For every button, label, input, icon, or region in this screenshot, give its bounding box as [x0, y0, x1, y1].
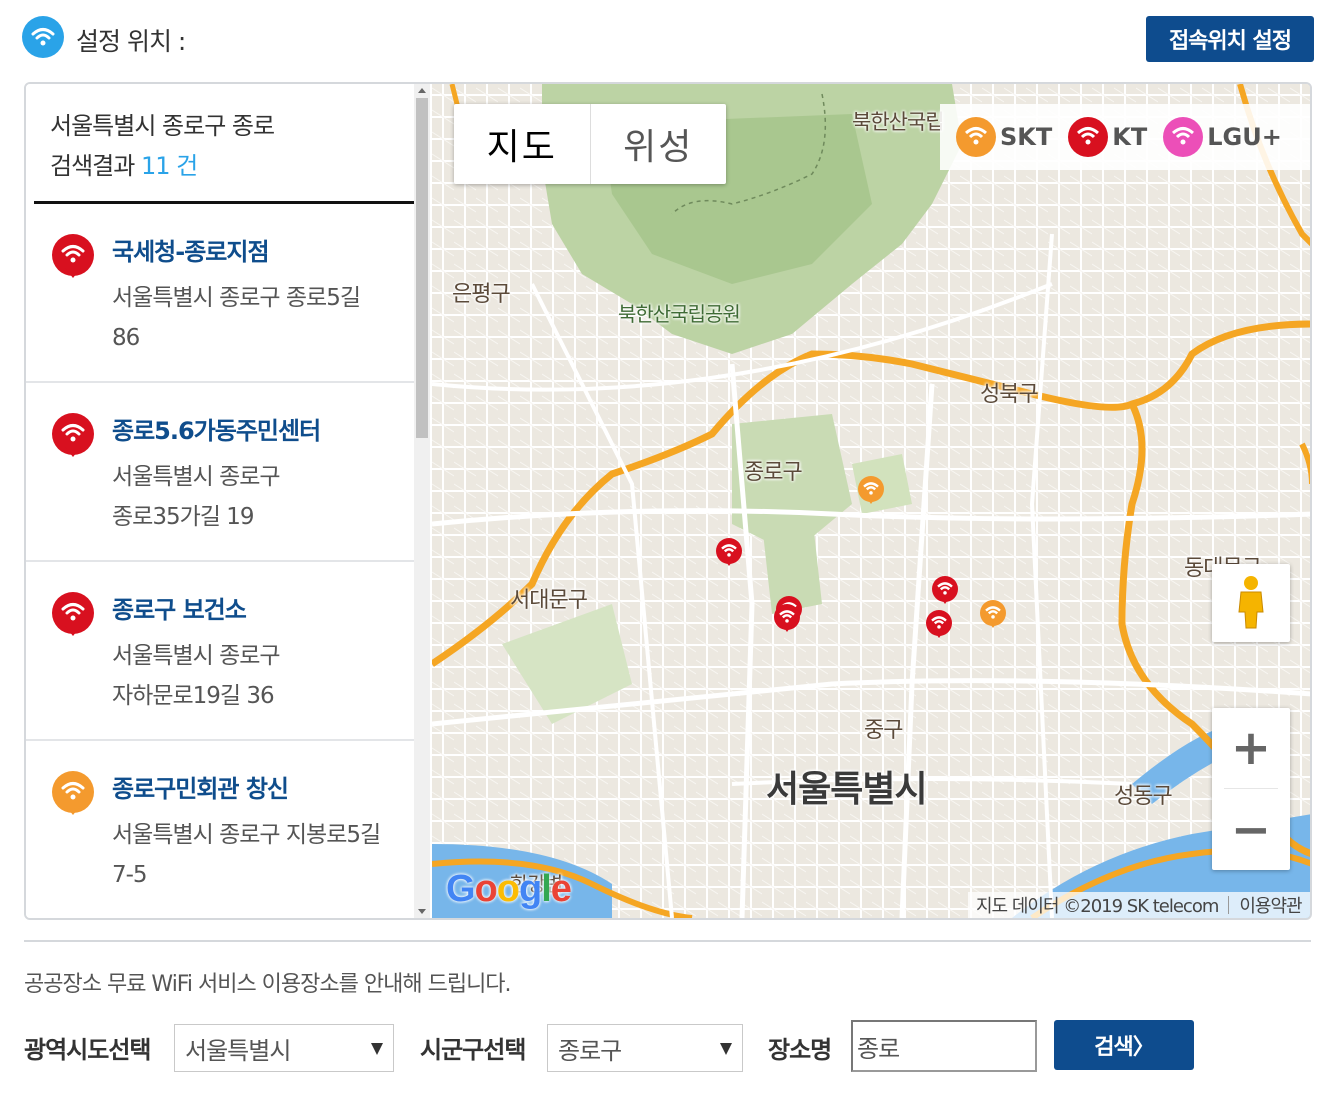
wifi-location-icon — [22, 16, 64, 58]
legend-kt: KT — [1068, 117, 1147, 157]
zoom-divider — [1224, 788, 1278, 789]
district-label: 시군구선택 — [420, 1036, 526, 1064]
skt-wifi-pin[interactable] — [980, 600, 1006, 628]
lgu-wifi-icon — [1163, 117, 1204, 157]
place-name-link[interactable]: 종로5.6가동주민센터 — [112, 411, 321, 446]
map-label-city: 서울특별시 — [766, 769, 928, 810]
map-type-control: 지도 위성 — [454, 104, 726, 184]
kt-wifi-pin[interactable] — [774, 604, 800, 632]
place-name-input[interactable] — [851, 1020, 1037, 1072]
map-label: 서대문구 — [510, 588, 588, 613]
place-name-link[interactable]: 국세청-종로지점 — [112, 232, 270, 267]
place-address: 서울특별시 종로구 종로35가길 19 — [112, 464, 281, 530]
attribution-text: 지도 데이터 ©2019 SK telecom — [976, 896, 1219, 917]
kt-wifi-pin[interactable] — [716, 538, 742, 566]
skt-wifi-icon — [52, 771, 94, 815]
tab-satellite[interactable]: 위성 — [591, 104, 727, 184]
legend-skt: SKT — [956, 117, 1052, 157]
skt-wifi-icon — [956, 117, 996, 157]
scroll-up-arrow-icon[interactable] — [418, 88, 426, 93]
main-panel: 서울특별시 종로구 종로 검색결과 11 건 국세청-종로지점 서울특별시 종로… — [24, 82, 1312, 920]
map-label: 북한산국립공원 — [618, 302, 741, 326]
legend-lgu: LGU+ — [1163, 117, 1282, 157]
result-summary: 서울특별시 종로구 종로 검색결과 11 건 — [34, 84, 424, 204]
tab-map[interactable]: 지도 — [454, 104, 591, 184]
page-title: 설정 위치 : — [76, 27, 186, 56]
set-location-button[interactable]: 접속위치 설정 — [1146, 16, 1314, 62]
map-label: 북한산국립 — [852, 110, 945, 134]
list-item[interactable]: 종로5.6가동주민센터 서울특별시 종로구 종로35가길 19 — [26, 383, 430, 562]
zoom-control: + − — [1212, 708, 1290, 870]
result-count: 검색결과 11 건 — [50, 152, 198, 180]
map-label: 성북구 — [980, 382, 1039, 407]
place-address: 서울특별시 종로구 자하문로19길 36 — [112, 643, 281, 709]
district-select[interactable]: 종로구 — [547, 1024, 743, 1072]
terms-link[interactable]: 이용약관 — [1239, 892, 1302, 918]
carrier-legend: SKT KT LGU+ — [940, 104, 1310, 170]
kt-wifi-icon — [52, 234, 94, 278]
map-label: 은평구 — [452, 282, 511, 307]
map-view[interactable]: 북한산국립 은평구 북한산국립공원 성북구 종로구 서대문구 동대문구 중구 서… — [432, 84, 1310, 918]
street-view-pegman-icon[interactable] — [1212, 564, 1290, 642]
region-label: 광역시도선택 — [24, 1036, 151, 1064]
map-attribution: 지도 데이터 ©2019 SK telecom 이용약관 — [968, 892, 1310, 918]
zoom-in-button[interactable]: + — [1212, 708, 1290, 788]
kt-wifi-icon — [52, 413, 94, 457]
zoom-out-button[interactable]: − — [1212, 790, 1290, 870]
list-scrollbar[interactable] — [414, 84, 430, 918]
query-text: 서울특별시 종로구 종로 — [50, 112, 275, 140]
kt-wifi-icon — [52, 592, 94, 636]
section-divider — [24, 940, 1311, 942]
skt-wifi-pin[interactable] — [858, 476, 884, 504]
place-address: 서울특별시 종로구 지봉로5길 7-5 — [112, 822, 381, 888]
service-notice: 공공장소 무료 WiFi 서비스 이용장소를 안내해 드립니다. — [24, 972, 512, 997]
search-button[interactable]: 검색〉 — [1054, 1020, 1194, 1070]
dropdown-arrow-icon — [720, 1043, 732, 1055]
scrollbar-thumb[interactable] — [416, 98, 428, 438]
kt-wifi-icon — [1068, 117, 1109, 157]
result-list[interactable]: 서울특별시 종로구 종로 검색결과 11 건 국세청-종로지점 서울특별시 종로… — [26, 84, 430, 918]
place-address: 서울특별시 종로구 종로5길 86 — [112, 285, 361, 351]
list-item[interactable]: 국세청-종로지점 서울특별시 종로구 종로5길 86 — [26, 204, 430, 383]
kt-wifi-pin[interactable] — [926, 610, 952, 638]
list-item[interactable]: 종로구민회관 창신 서울특별시 종로구 지봉로5길 7-5 — [26, 741, 430, 918]
map-label: 중구 — [864, 718, 903, 743]
kt-wifi-pin[interactable] — [932, 576, 958, 604]
place-label: 장소명 — [768, 1036, 832, 1064]
google-logo: Google — [446, 868, 572, 910]
dropdown-arrow-icon — [371, 1043, 383, 1055]
list-item[interactable]: 종로구 보건소 서울특별시 종로구 자하문로19길 36 — [26, 562, 430, 741]
place-name-link[interactable]: 종로구 보건소 — [112, 590, 247, 625]
map-label: 성동구 — [1114, 784, 1173, 809]
region-select[interactable]: 서울특별시 — [174, 1024, 394, 1072]
place-name-link[interactable]: 종로구민회관 창신 — [112, 769, 289, 804]
map-label: 종로구 — [744, 460, 803, 485]
scroll-down-arrow-icon[interactable] — [418, 909, 426, 914]
